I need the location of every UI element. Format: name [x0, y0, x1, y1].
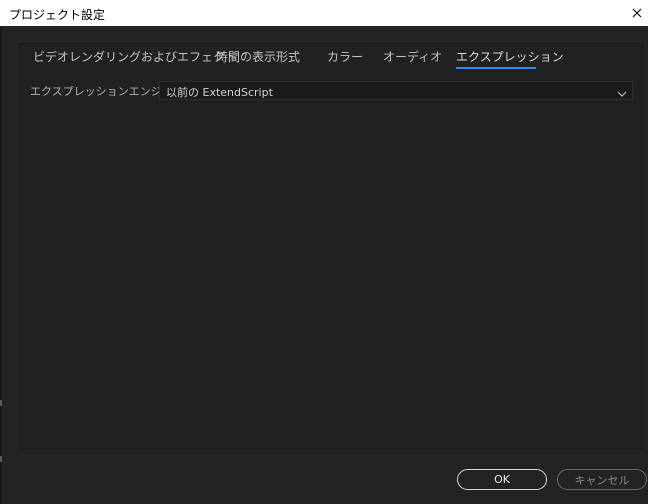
left-edge	[0, 26, 2, 504]
tab-video-rendering[interactable]: ビデオレンダリングおよびエフェクト	[33, 48, 237, 65]
edge-mark	[0, 456, 2, 462]
cancel-button[interactable]: キャンセル	[557, 469, 647, 490]
title-bar: プロジェクト設定	[0, 0, 648, 26]
edge-mark	[0, 400, 2, 406]
window-title: プロジェクト設定	[9, 8, 106, 22]
chevron-down-icon	[616, 85, 628, 97]
settings-panel	[19, 43, 643, 449]
tab-time-display[interactable]: 時間の表示形式	[216, 48, 300, 65]
tab-expression[interactable]: エクスプレッション	[456, 48, 564, 65]
active-tab-indicator	[456, 67, 536, 69]
close-icon[interactable]	[626, 0, 648, 26]
tab-audio[interactable]: オーディオ	[383, 48, 442, 65]
expression-engine-select[interactable]: 以前の ExtendScript	[159, 81, 633, 100]
tab-bar: ビデオレンダリングおよびエフェクト 時間の表示形式 カラー オーディオ エクスプ…	[0, 48, 648, 70]
expression-engine-value: 以前の ExtendScript	[166, 86, 273, 99]
ok-button[interactable]: OK	[457, 469, 547, 490]
tab-color[interactable]: カラー	[327, 48, 363, 65]
